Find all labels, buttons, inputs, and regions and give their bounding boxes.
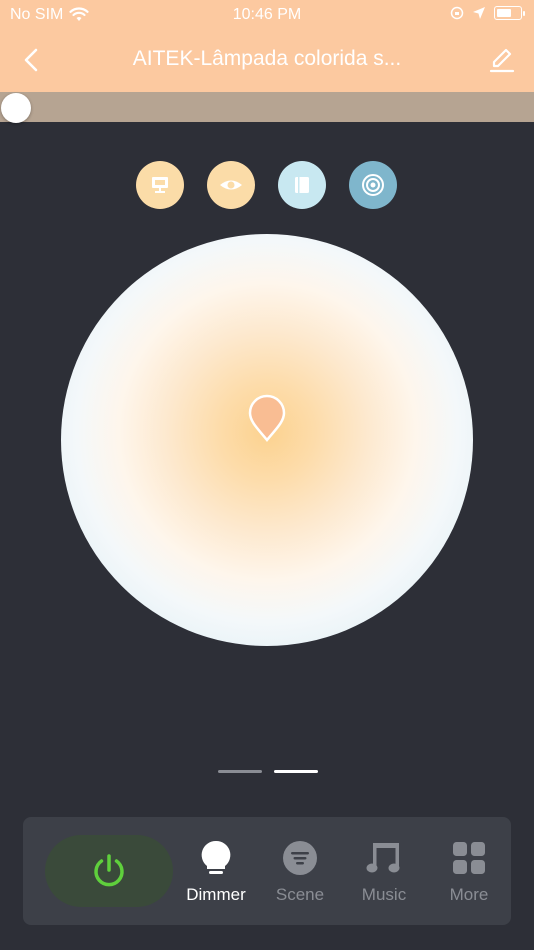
device-title: AITEK-Lâmpada colorida s... [132, 47, 402, 70]
tab-more-label: More [449, 885, 489, 904]
location-icon [473, 7, 485, 19]
monitor-mode-button[interactable] [136, 161, 184, 209]
grid-icon [450, 839, 488, 877]
brightness-slider[interactable] [0, 92, 534, 123]
top-bar: No SIM 10:46 PM AITEK-Lâmpada colorida s… [0, 0, 534, 92]
tab-dimmer-label: Dimmer [186, 885, 246, 904]
tab-scene[interactable]: Scene [265, 839, 335, 909]
bottom-control-bar: Dimmer Scene Music More [23, 817, 511, 925]
tab-scene-label: Scene [275, 885, 325, 904]
eye-mode-button[interactable] [207, 161, 255, 209]
tab-music-label: Music [361, 885, 407, 904]
target-mode-button[interactable] [349, 161, 397, 209]
battery-icon [494, 6, 525, 20]
status-right-group [450, 6, 525, 20]
power-icon [94, 854, 124, 887]
power-button[interactable] [45, 835, 173, 907]
scene-icon [281, 839, 319, 877]
bulb-icon [197, 839, 235, 877]
back-arrow-icon[interactable] [18, 46, 46, 74]
book-mode-button[interactable] [278, 161, 326, 209]
eye-icon [220, 180, 242, 190]
music-note-icon [365, 839, 403, 877]
mode-buttons [136, 161, 398, 209]
book-icon [295, 177, 309, 193]
target-icon [362, 174, 384, 196]
edit-pencil-icon[interactable] [488, 46, 516, 74]
tab-dimmer[interactable]: Dimmer [181, 839, 251, 909]
monitor-icon [152, 177, 168, 193]
tab-music[interactable]: Music [349, 839, 419, 909]
page-indicator [218, 770, 318, 774]
color-picker-pin[interactable] [247, 394, 287, 442]
page-dot-2[interactable] [274, 770, 318, 773]
header: AITEK-Lâmpada colorida s... [0, 30, 534, 92]
page-dot-1[interactable] [218, 770, 262, 773]
brightness-slider-thumb[interactable] [1, 93, 31, 123]
tab-more[interactable]: More [434, 839, 504, 909]
lock-rotation-icon [450, 6, 464, 20]
status-bar: No SIM 10:46 PM [0, 0, 534, 30]
